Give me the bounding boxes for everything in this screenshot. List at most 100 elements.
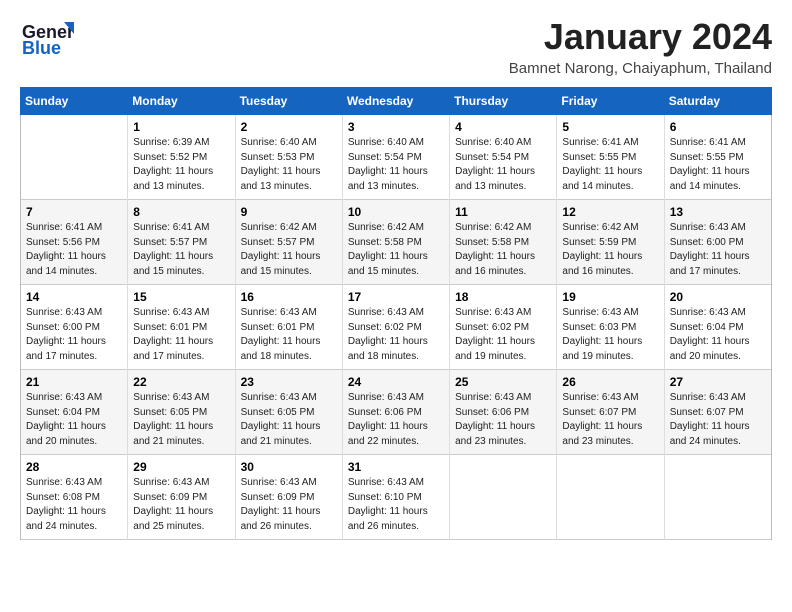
day-number: 11 bbox=[455, 205, 551, 219]
calendar-cell: 21 Sunrise: 6:43 AMSunset: 6:04 PMDayligh… bbox=[21, 370, 128, 455]
cell-info: Sunrise: 6:43 AMSunset: 6:10 PMDaylight:… bbox=[348, 476, 444, 534]
calendar-cell: 9Sunrise: 6:42 AMSunset: 5:57 PMDaylight… bbox=[235, 200, 342, 285]
calendar-cell: 11 Sunrise: 6:42 AMSunset: 5:58 PMDayligh… bbox=[450, 200, 557, 285]
cell-info: Sunrise: 6:43 AMSunset: 6:01 PMDaylight:… bbox=[241, 306, 337, 364]
calendar-cell: 19 Sunrise: 6:43 AMSunset: 6:03 PMDayligh… bbox=[557, 285, 664, 370]
calendar-cell: 29 Sunrise: 6:43 AMSunset: 6:09 PMDayligh… bbox=[128, 455, 235, 540]
calendar-cell: 7Sunrise: 6:41 AMSunset: 5:56 PMDaylight… bbox=[21, 200, 128, 285]
day-number: 28 bbox=[26, 460, 122, 474]
cell-info: Sunrise: 6:41 AMSunset: 5:55 PMDaylight:… bbox=[670, 136, 766, 194]
calendar-cell: 24 Sunrise: 6:43 AMSunset: 6:06 PMDayligh… bbox=[342, 370, 449, 455]
calendar-cell: 10 Sunrise: 6:42 AMSunset: 5:58 PMDayligh… bbox=[342, 200, 449, 285]
day-number: 22 bbox=[133, 375, 229, 389]
day-number: 2 bbox=[241, 120, 337, 134]
day-number: 26 bbox=[562, 375, 658, 389]
cell-info: Sunrise: 6:43 AMSunset: 6:05 PMDaylight:… bbox=[241, 391, 337, 449]
day-number: 15 bbox=[133, 290, 229, 304]
cell-info: Sunrise: 6:43 AMSunset: 6:06 PMDaylight:… bbox=[348, 391, 444, 449]
calendar-cell: 5 Sunrise: 6:41 AMSunset: 5:55 PMDaylight… bbox=[557, 115, 664, 200]
week-row-3: 14 Sunrise: 6:43 AMSunset: 6:00 PMDayligh… bbox=[21, 285, 772, 370]
cell-info: Sunrise: 6:42 AMSunset: 5:58 PMDaylight:… bbox=[348, 221, 444, 279]
cell-info: Sunrise: 6:42 AMSunset: 5:58 PMDaylight:… bbox=[455, 221, 551, 279]
calendar-cell: 18Sunrise: 6:43 AMSunset: 6:02 PMDayligh… bbox=[450, 285, 557, 370]
day-number: 25 bbox=[455, 375, 551, 389]
day-number: 14 bbox=[26, 290, 122, 304]
calendar-cell: 27Sunrise: 6:43 AMSunset: 6:07 PMDayligh… bbox=[664, 370, 771, 455]
cell-info: Sunrise: 6:43 AMSunset: 6:03 PMDaylight:… bbox=[562, 306, 658, 364]
page: General Blue January 2024 Bamnet Narong,… bbox=[0, 0, 792, 612]
cell-info: Sunrise: 6:43 AMSunset: 6:08 PMDaylight:… bbox=[26, 476, 122, 534]
calendar-cell: 1 Sunrise: 6:39 AMSunset: 5:52 PMDaylight… bbox=[128, 115, 235, 200]
day-number: 21 bbox=[26, 375, 122, 389]
week-row-1: 1 Sunrise: 6:39 AMSunset: 5:52 PMDaylight… bbox=[21, 115, 772, 200]
calendar-cell: 31 Sunrise: 6:43 AMSunset: 6:10 PMDayligh… bbox=[342, 455, 449, 540]
calendar-cell bbox=[664, 455, 771, 540]
cell-info: Sunrise: 6:39 AMSunset: 5:52 PMDaylight:… bbox=[133, 136, 229, 194]
day-number: 13 bbox=[670, 205, 766, 219]
cell-info: Sunrise: 6:43 AMSunset: 6:00 PMDaylight:… bbox=[670, 221, 766, 279]
day-number: 31 bbox=[348, 460, 444, 474]
calendar-cell: 25 Sunrise: 6:43 AMSunset: 6:06 PMDayligh… bbox=[450, 370, 557, 455]
calendar-cell: 12Sunrise: 6:42 AMSunset: 5:59 PMDayligh… bbox=[557, 200, 664, 285]
cell-info: Sunrise: 6:43 AMSunset: 6:01 PMDaylight:… bbox=[133, 306, 229, 364]
calendar-cell bbox=[557, 455, 664, 540]
cell-info: Sunrise: 6:43 AMSunset: 6:05 PMDaylight:… bbox=[133, 391, 229, 449]
weekday-header-monday: Monday bbox=[128, 88, 235, 115]
calendar-cell: 8 Sunrise: 6:41 AMSunset: 5:57 PMDaylight… bbox=[128, 200, 235, 285]
calendar-table: SundayMondayTuesdayWednesdayThursdayFrid… bbox=[20, 87, 772, 540]
day-number: 16 bbox=[241, 290, 337, 304]
cell-info: Sunrise: 6:43 AMSunset: 6:09 PMDaylight:… bbox=[133, 476, 229, 534]
cell-info: Sunrise: 6:40 AMSunset: 5:53 PMDaylight:… bbox=[241, 136, 337, 194]
calendar-cell: 22 Sunrise: 6:43 AMSunset: 6:05 PMDayligh… bbox=[128, 370, 235, 455]
calendar-cell: 15 Sunrise: 6:43 AMSunset: 6:01 PMDayligh… bbox=[128, 285, 235, 370]
week-row-5: 28 Sunrise: 6:43 AMSunset: 6:08 PMDayligh… bbox=[21, 455, 772, 540]
day-number: 20 bbox=[670, 290, 766, 304]
cell-info: Sunrise: 6:43 AMSunset: 6:09 PMDaylight:… bbox=[241, 476, 337, 534]
cell-info: Sunrise: 6:43 AMSunset: 6:07 PMDaylight:… bbox=[670, 391, 766, 449]
calendar-cell: 20Sunrise: 6:43 AMSunset: 6:04 PMDayligh… bbox=[664, 285, 771, 370]
day-number: 5 bbox=[562, 120, 658, 134]
cell-info: Sunrise: 6:43 AMSunset: 6:06 PMDaylight:… bbox=[455, 391, 551, 449]
calendar-cell: 28 Sunrise: 6:43 AMSunset: 6:08 PMDayligh… bbox=[21, 455, 128, 540]
header: General Blue January 2024 Bamnet Narong,… bbox=[20, 16, 772, 77]
day-number: 8 bbox=[133, 205, 229, 219]
weekday-header-thursday: Thursday bbox=[450, 88, 557, 115]
cell-info: Sunrise: 6:41 AMSunset: 5:57 PMDaylight:… bbox=[133, 221, 229, 279]
weekday-header-friday: Friday bbox=[557, 88, 664, 115]
weekday-header-tuesday: Tuesday bbox=[235, 88, 342, 115]
day-number: 10 bbox=[348, 205, 444, 219]
month-title: January 2024 bbox=[509, 16, 772, 58]
day-number: 19 bbox=[562, 290, 658, 304]
day-number: 17 bbox=[348, 290, 444, 304]
calendar-cell: 30 Sunrise: 6:43 AMSunset: 6:09 PMDayligh… bbox=[235, 455, 342, 540]
day-number: 12 bbox=[562, 205, 658, 219]
week-row-4: 21 Sunrise: 6:43 AMSunset: 6:04 PMDayligh… bbox=[21, 370, 772, 455]
day-number: 4 bbox=[455, 120, 551, 134]
weekday-header-saturday: Saturday bbox=[664, 88, 771, 115]
calendar-cell: 2 Sunrise: 6:40 AMSunset: 5:53 PMDaylight… bbox=[235, 115, 342, 200]
calendar-cell: 3 Sunrise: 6:40 AMSunset: 5:54 PMDaylight… bbox=[342, 115, 449, 200]
weekday-header-row: SundayMondayTuesdayWednesdayThursdayFrid… bbox=[21, 88, 772, 115]
calendar-cell: 16 Sunrise: 6:43 AMSunset: 6:01 PMDayligh… bbox=[235, 285, 342, 370]
week-row-2: 7Sunrise: 6:41 AMSunset: 5:56 PMDaylight… bbox=[21, 200, 772, 285]
title-block: January 2024 Bamnet Narong, Chaiyaphum, … bbox=[509, 16, 772, 77]
day-number: 30 bbox=[241, 460, 337, 474]
calendar-cell: 4 Sunrise: 6:40 AMSunset: 5:54 PMDaylight… bbox=[450, 115, 557, 200]
weekday-header-wednesday: Wednesday bbox=[342, 88, 449, 115]
weekday-header-sunday: Sunday bbox=[21, 88, 128, 115]
calendar-cell: 6Sunrise: 6:41 AMSunset: 5:55 PMDaylight… bbox=[664, 115, 771, 200]
svg-text:Blue: Blue bbox=[22, 38, 61, 58]
day-number: 3 bbox=[348, 120, 444, 134]
calendar-cell: 17Sunrise: 6:43 AMSunset: 6:02 PMDayligh… bbox=[342, 285, 449, 370]
day-number: 24 bbox=[348, 375, 444, 389]
cell-info: Sunrise: 6:40 AMSunset: 5:54 PMDaylight:… bbox=[348, 136, 444, 194]
calendar-cell bbox=[21, 115, 128, 200]
cell-info: Sunrise: 6:43 AMSunset: 6:07 PMDaylight:… bbox=[562, 391, 658, 449]
cell-info: Sunrise: 6:43 AMSunset: 6:04 PMDaylight:… bbox=[26, 391, 122, 449]
cell-info: Sunrise: 6:40 AMSunset: 5:54 PMDaylight:… bbox=[455, 136, 551, 194]
day-number: 1 bbox=[133, 120, 229, 134]
cell-info: Sunrise: 6:43 AMSunset: 6:00 PMDaylight:… bbox=[26, 306, 122, 364]
cell-info: Sunrise: 6:41 AMSunset: 5:55 PMDaylight:… bbox=[562, 136, 658, 194]
logo-icon: General Blue bbox=[20, 16, 74, 60]
day-number: 29 bbox=[133, 460, 229, 474]
